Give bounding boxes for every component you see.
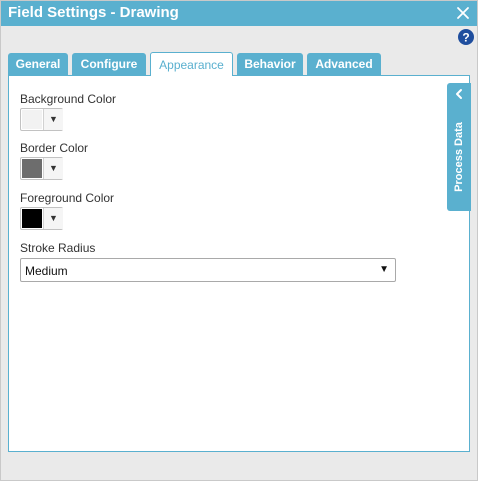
appearance-panel: Background Color ▼ Border Color ▼ Foregr… bbox=[8, 75, 470, 452]
border-color-picker[interactable]: ▼ bbox=[20, 157, 63, 180]
help-icon[interactable]: ? bbox=[458, 29, 474, 45]
stroke-radius-select[interactable]: Medium ▼ bbox=[20, 258, 396, 282]
border-color-swatch bbox=[22, 159, 42, 178]
title-bar: Field Settings - Drawing bbox=[1, 1, 477, 26]
tab-general[interactable]: General bbox=[8, 53, 68, 76]
svg-text:?: ? bbox=[462, 31, 469, 45]
caret-down-icon: ▼ bbox=[43, 208, 63, 229]
dialog-footer bbox=[1, 453, 477, 480]
dialog-title: Field Settings - Drawing bbox=[8, 4, 179, 21]
caret-down-icon: ▼ bbox=[43, 158, 63, 179]
foreground-color-picker[interactable]: ▼ bbox=[20, 207, 63, 230]
background-color-swatch bbox=[22, 110, 42, 129]
background-color-label: Background Color bbox=[20, 92, 117, 106]
tab-appearance[interactable]: Appearance bbox=[150, 52, 233, 76]
background-color-picker[interactable]: ▼ bbox=[20, 108, 63, 131]
field-settings-dialog: Field Settings - Drawing ? General Confi… bbox=[0, 0, 478, 481]
tab-behavior[interactable]: Behavior bbox=[237, 53, 303, 76]
tab-advanced[interactable]: Advanced bbox=[307, 53, 381, 76]
border-color-label: Border Color bbox=[20, 141, 89, 155]
stroke-radius-value: Medium bbox=[25, 264, 68, 278]
foreground-color-swatch bbox=[22, 209, 42, 228]
dropdown-arrow-icon: ▼ bbox=[379, 264, 389, 275]
foreground-color-label: Foreground Color bbox=[20, 191, 115, 205]
close-icon[interactable] bbox=[455, 5, 471, 21]
process-data-label: Process Data bbox=[453, 122, 465, 192]
chevron-left-icon bbox=[456, 89, 462, 99]
process-data-toggle[interactable]: Process Data bbox=[447, 83, 471, 211]
stroke-radius-label: Stroke Radius bbox=[20, 241, 96, 255]
caret-down-icon: ▼ bbox=[43, 109, 63, 130]
tab-configure[interactable]: Configure bbox=[72, 53, 146, 76]
